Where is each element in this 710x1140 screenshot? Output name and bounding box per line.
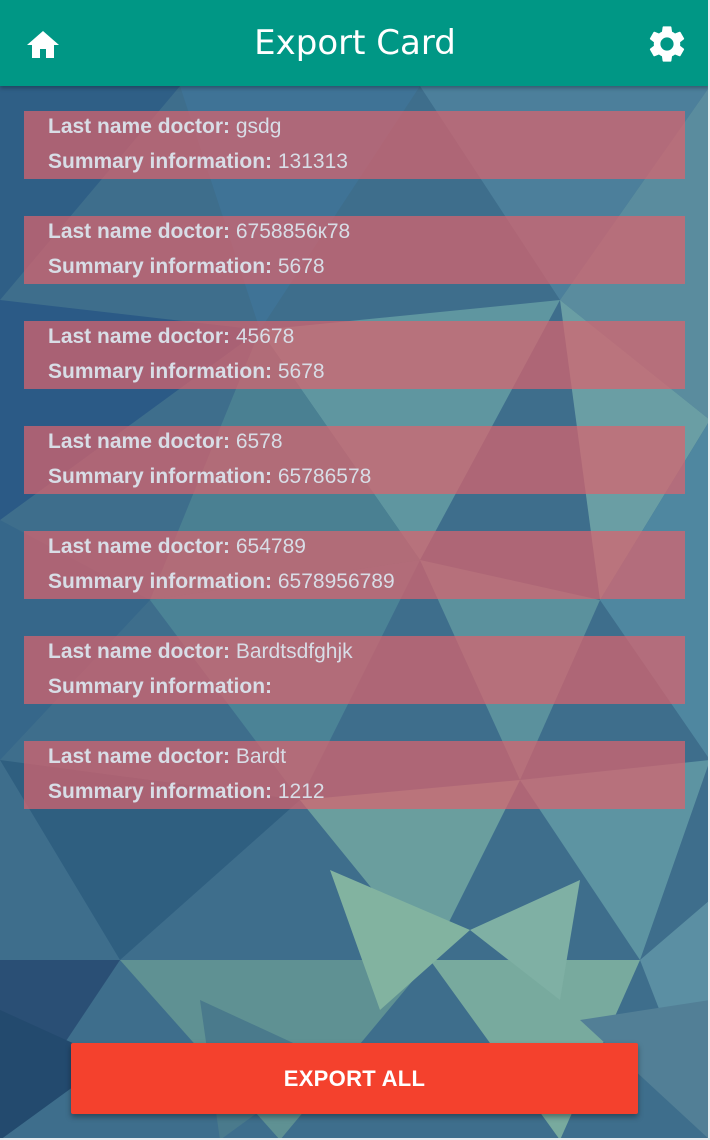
summary-label: Summary information:: [48, 465, 273, 488]
page-title: Export Card: [254, 23, 456, 63]
doctor-line: Last name doctor: 6578: [48, 427, 283, 457]
summary-line: Summary information: 131313: [48, 147, 348, 177]
doctor-line: Last name doctor: Bardt: [48, 742, 286, 772]
doctor-line: Last name doctor: 654789: [48, 532, 306, 562]
list-item[interactable]: Last name doctor: 6758856к78 Summary inf…: [24, 216, 685, 284]
doctor-line: Last name doctor: gsdg: [48, 112, 281, 142]
summary-line: Summary information: 6578956789: [48, 567, 395, 597]
summary-line: Summary information: 1212: [48, 777, 325, 807]
doctor-line: Last name doctor: 6758856к78: [48, 217, 350, 247]
summary-line: Summary information: 5678: [48, 357, 325, 387]
settings-button[interactable]: [645, 22, 689, 66]
doctor-value: Bardt: [235, 745, 287, 768]
doctor-value: Bardtsdfghjk: [235, 640, 353, 663]
list-item[interactable]: Last name doctor: Bardt Summary informat…: [24, 741, 685, 809]
summary-line: Summary information: 65786578: [48, 462, 371, 492]
summary-line: Summary information:: [48, 672, 272, 702]
list-item[interactable]: Last name doctor: 6578 Summary informati…: [24, 426, 685, 494]
doctor-value: 6578: [235, 430, 283, 453]
summary-value: 65786578: [277, 465, 372, 488]
doctor-label: Last name doctor:: [48, 115, 231, 138]
list-item[interactable]: Last name doctor: 654789 Summary informa…: [24, 531, 685, 599]
summary-line: Summary information: 5678: [48, 252, 325, 282]
doctor-label: Last name doctor:: [48, 640, 231, 663]
doctor-line: Last name doctor: 45678: [48, 322, 294, 352]
doctor-value: 45678: [235, 325, 295, 348]
list-item[interactable]: Last name doctor: gsdg Summary informati…: [24, 111, 685, 179]
doctor-value: 6758856к78: [235, 220, 351, 243]
summary-label: Summary information:: [48, 675, 273, 698]
list-item[interactable]: Last name doctor: Bardtsdfghjk Summary i…: [24, 636, 685, 704]
summary-label: Summary information:: [48, 780, 273, 803]
summary-label: Summary information:: [48, 150, 273, 173]
summary-label: Summary information:: [48, 360, 273, 383]
summary-value: 131313: [277, 150, 348, 173]
doctor-value: gsdg: [235, 115, 282, 138]
doctor-label: Last name doctor:: [48, 535, 231, 558]
doctor-value: 654789: [235, 535, 306, 558]
doctor-line: Last name doctor: Bardtsdfghjk: [48, 637, 353, 667]
list-item[interactable]: Last name doctor: 45678 Summary informat…: [24, 321, 685, 389]
summary-value: 5678: [277, 255, 325, 278]
export-all-button[interactable]: EXPORT ALL: [71, 1043, 638, 1114]
doctor-label: Last name doctor:: [48, 745, 231, 768]
app-bar: Export Card: [0, 0, 710, 86]
summary-value: 5678: [277, 360, 325, 383]
gear-icon: [649, 26, 685, 62]
export-card-list: Last name doctor: gsdg Summary informati…: [24, 111, 685, 846]
doctor-label: Last name doctor:: [48, 325, 231, 348]
summary-value: 1212: [277, 780, 325, 803]
doctor-label: Last name doctor:: [48, 430, 231, 453]
summary-label: Summary information:: [48, 570, 273, 593]
doctor-label: Last name doctor:: [48, 220, 231, 243]
summary-value: 6578956789: [277, 570, 395, 593]
summary-label: Summary information:: [48, 255, 273, 278]
